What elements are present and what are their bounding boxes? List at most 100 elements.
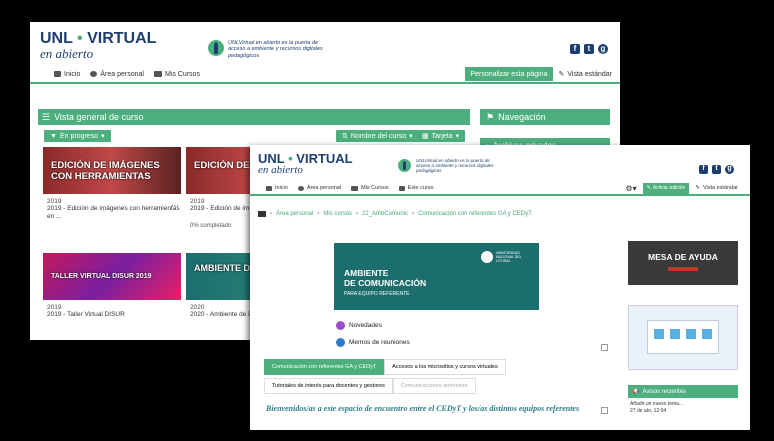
breadcrumb-item[interactable]: Comunicación con referentes GA y CEDyT xyxy=(418,211,532,217)
top-navigation: Inicio Área personal Mis Cursos Este cur… xyxy=(250,182,750,196)
help-desk-title: MESA DE AYUDA xyxy=(648,252,718,262)
microsite-preview-image[interactable] xyxy=(628,305,738,370)
dashboard-icon xyxy=(297,185,304,191)
brush-icon: ✎ xyxy=(695,185,700,191)
twitter-icon[interactable]: t xyxy=(584,44,594,54)
forum-memos[interactable]: Memos de reuniones xyxy=(336,338,410,347)
hand-icon xyxy=(398,159,411,172)
filter-progress-dropdown[interactable]: ▼ En progreso ▾ xyxy=(44,130,111,142)
nav-area-personal[interactable]: Área personal xyxy=(297,185,341,191)
logo-subtitle: en abierto xyxy=(258,164,303,176)
course-card[interactable]: EDICIÓN DE IMÁGENES CON HERRAMIENTAS 201… xyxy=(43,147,181,221)
nav-este-curso[interactable]: Este curso xyxy=(398,185,434,191)
course-overview-title: Vista general de curso xyxy=(54,112,144,122)
nav-area-personal[interactable]: Área personal xyxy=(90,71,144,78)
add-topic-link[interactable]: Añadir un nuevo tema... xyxy=(630,401,683,408)
recent-announcements-title: Avisos recientes xyxy=(642,388,687,395)
megaphone-icon: 📢 xyxy=(632,389,640,395)
activate-editing-button[interactable]: ✎ Activar edición xyxy=(642,182,690,194)
hand-icon xyxy=(208,40,224,56)
welcome-text: Bienvenidos/as a este espacio de encuent… xyxy=(266,404,580,413)
tab-accesos[interactable]: Accesos a los micrositios y cursos virtu… xyxy=(384,359,506,375)
university-seal-icon xyxy=(481,251,493,263)
gear-icon[interactable]: ⚙▾ xyxy=(625,184,636,193)
pencil-icon: ✎ xyxy=(646,185,651,191)
logo-virtual: VIRTUAL xyxy=(87,30,157,47)
banner-university: UNIVERSIDAD NACIONAL DEL LITORAL xyxy=(496,251,522,264)
filter-icon: ▼ xyxy=(50,132,57,140)
course-card[interactable]: TALLER VIRTUAL DISUR 2019 2019 2019 - Ta… xyxy=(43,253,181,319)
sitemap-icon: ⚑ xyxy=(486,111,495,122)
nav-mis-cursos[interactable]: Mis Cursos xyxy=(351,185,389,191)
recent-announcements-header[interactable]: 📢 Avisos recientes xyxy=(628,385,738,398)
top-navigation: Inicio Área personal Mis Cursos Personal… xyxy=(30,66,620,84)
announcement-date: 27 de abr, 12:04 xyxy=(630,408,667,414)
course-overview-header: ☰ Vista general de curso xyxy=(38,109,470,125)
banner-title: AMBIENTE DE COMUNICACIÓN xyxy=(344,268,426,289)
forum-icon xyxy=(336,321,345,330)
breadcrumb-item[interactable]: Área personal xyxy=(276,211,313,217)
preview-tile xyxy=(686,329,696,339)
dashboard-icon xyxy=(90,71,98,77)
navigation-block-header[interactable]: ⚑ Navegación xyxy=(480,109,610,125)
course-card-name[interactable]: 2019 - Taller Virtual DISUR xyxy=(47,311,181,319)
view-card-dropdown[interactable]: ▦ Tarjeta ▾ xyxy=(416,130,466,142)
help-desk-button[interactable] xyxy=(668,267,698,271)
logo-dot: • xyxy=(77,30,83,47)
sort-name-dropdown[interactable]: ⇅ Nombre del curso ▾ xyxy=(336,130,419,142)
logo-virtual: VIRTUAL xyxy=(296,151,353,166)
breadcrumb-item[interactable]: 22_AmbComunic xyxy=(362,211,408,217)
home-icon xyxy=(266,185,272,191)
nav-inicio-label: Inicio xyxy=(64,70,81,78)
preview-tile xyxy=(670,329,680,339)
nav-area-label: Área personal xyxy=(100,70,144,78)
grid-icon: ▦ xyxy=(422,133,429,140)
course-card-image: EDICIÓN DE IMÁGENES CON HERRAMIENTAS xyxy=(43,147,181,194)
forum-icon xyxy=(336,338,345,347)
brush-icon: ✎ xyxy=(558,71,565,78)
site-tagline: UNLVirtual en abierto es la puerta de ac… xyxy=(416,158,494,174)
facebook-icon[interactable]: f xyxy=(699,165,708,174)
globe-icon[interactable]: g xyxy=(598,44,608,54)
nav-mis-cursos[interactable]: Mis Cursos xyxy=(153,71,200,78)
forum-novedades[interactable]: Novedades xyxy=(336,321,382,330)
forum-memos-label: Memos de reuniones xyxy=(349,339,410,346)
nav-inicio[interactable]: Inicio xyxy=(54,71,80,78)
breadcrumb-separator: › xyxy=(317,211,320,217)
completion-checkbox[interactable] xyxy=(601,344,608,351)
twitter-icon[interactable]: t xyxy=(712,165,721,174)
banner-subtitle: PARA EQUIPO REFERENTE xyxy=(344,291,410,297)
personalize-page-button[interactable]: Personalizar esta página xyxy=(465,67,553,81)
tab-tutoriales[interactable]: Tutoriales de interés para docentes y ge… xyxy=(264,378,393,394)
nav-inicio[interactable]: Inicio xyxy=(266,185,288,191)
tab-comunicaciones-anteriores[interactable]: Comunicaciones anteriores xyxy=(392,378,476,394)
more-options-icon[interactable]: … xyxy=(171,199,179,208)
help-desk-banner[interactable]: MESA DE AYUDA xyxy=(628,241,738,285)
breadcrumb-item[interactable]: Mis cursos xyxy=(323,211,352,217)
chevron-down-icon: ▾ xyxy=(455,133,460,140)
foreground-browser-window: UNL • VIRTUAL en abierto UNLVirtual en a… xyxy=(250,145,750,430)
course-card-image-title: EDICIÓN DE IMÁGENES CON HERRAMIENTAS xyxy=(51,160,160,182)
tab-comunicacion[interactable]: Comunicación con referentes GA y CEDyT xyxy=(264,359,385,375)
course-card-image: TALLER VIRTUAL DISUR 2019 xyxy=(43,253,181,300)
chevron-down-icon: ▾ xyxy=(101,133,105,140)
standard-view-link[interactable]: ✎ Vista estándar xyxy=(695,185,738,191)
home-icon xyxy=(54,71,61,77)
preview-screen xyxy=(647,320,719,354)
social-links: f t g xyxy=(570,44,608,54)
facebook-icon[interactable]: f xyxy=(570,44,580,54)
standard-view-label: Vista estándar xyxy=(702,185,738,191)
forum-novedades-label: Novedades xyxy=(349,322,382,329)
course-card-name[interactable]: 2019 - Edición de imágenes con herramien… xyxy=(47,205,181,221)
sort-name-label: Nombre del curso xyxy=(350,132,407,140)
globe-icon[interactable]: g xyxy=(725,165,734,174)
filter-progress-label: En progreso xyxy=(59,132,99,140)
courses-icon xyxy=(153,71,162,77)
site-tagline: UNLVirtual en abierto es la puerta de ac… xyxy=(228,40,323,59)
navigation-title: Navegación xyxy=(498,112,546,122)
standard-view-link[interactable]: ✎ Vista estándar xyxy=(558,70,613,79)
social-links: f t g xyxy=(699,165,734,174)
folder-icon xyxy=(258,211,266,217)
sort-icon: ⇅ xyxy=(342,133,348,140)
completion-checkbox[interactable] xyxy=(601,407,608,414)
